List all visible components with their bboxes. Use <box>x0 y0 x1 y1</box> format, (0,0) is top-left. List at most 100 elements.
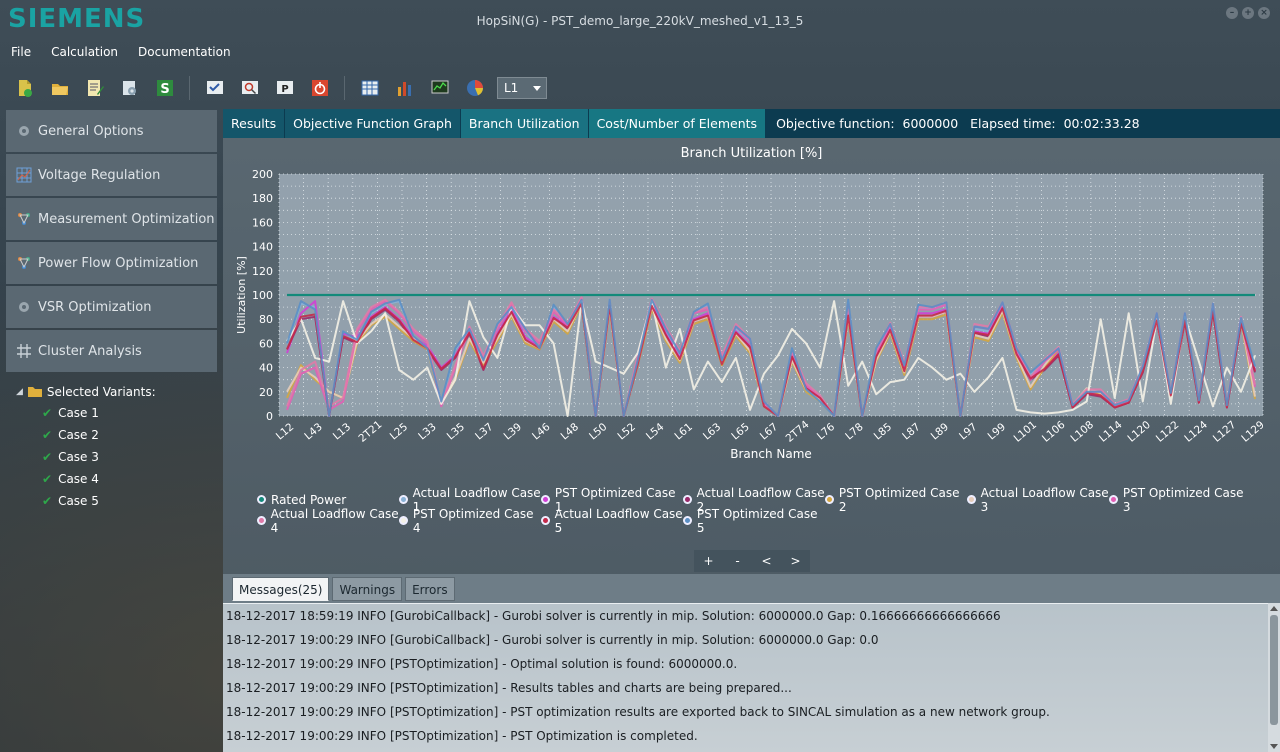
case-label: Case 2 <box>58 428 99 442</box>
sidebar-item-vsr-optimization[interactable]: VSR Optimization <box>6 286 217 328</box>
tab-cost-number-of-elements[interactable]: Cost/Number of Elements <box>588 109 766 138</box>
chevron-down-icon[interactable]: ◢ <box>16 387 23 397</box>
sidebar-item-label: General Options <box>38 123 144 139</box>
case-label: Case 4 <box>58 472 99 486</box>
view-check-icon[interactable] <box>202 76 227 101</box>
edit-document-icon[interactable] <box>82 76 107 101</box>
menu-documentation[interactable]: Documentation <box>135 44 234 60</box>
x-tick-label: L12 <box>274 421 296 443</box>
open-folder-icon[interactable] <box>47 76 72 101</box>
x-tick-label: L85 <box>872 421 894 443</box>
legend-item[interactable]: Actual Loadflow Case 3 <box>967 486 1109 514</box>
tab-messages[interactable]: Messages(25) <box>232 577 330 601</box>
legend-item[interactable]: PST Optimized Case 2 <box>825 486 967 514</box>
sidebar-item-measurement-optimization[interactable]: Measurement Optimization <box>6 198 217 240</box>
log-line: 18-12-2017 19:00:29 INFO [PSTOptimizatio… <box>226 705 1050 719</box>
chart-navigation: + - < > <box>694 550 810 572</box>
svg-text:S: S <box>160 82 169 97</box>
sidebar-item-general-options[interactable]: General Options <box>6 110 217 152</box>
messages-scrollbar[interactable] <box>1268 603 1280 752</box>
legend-item[interactable]: Rated Power <box>257 493 399 507</box>
x-tick-label: L78 <box>843 421 865 443</box>
tree-root-selected-variants[interactable]: ◢ Selected Variants: <box>6 382 217 402</box>
y-tick-label: 100 <box>252 289 273 302</box>
print-p-icon[interactable]: P <box>272 76 297 101</box>
scroll-right-button[interactable]: > <box>781 550 810 572</box>
y-tick-label: 140 <box>252 241 273 254</box>
window-controls: – + × <box>1226 7 1270 19</box>
left-panel: General Options Voltage Regulation Measu… <box>6 110 217 512</box>
tab-objective-function-graph[interactable]: Objective Function Graph <box>285 109 460 138</box>
search-settings-icon[interactable] <box>237 76 262 101</box>
y-tick-label: 200 <box>252 168 273 181</box>
x-tick-label: L106 <box>1040 419 1068 445</box>
legend-marker <box>257 495 266 504</box>
branch-utilization-chart: 0 20 40 60 80 100 120 140 160 180 200 Utilization [… <box>235 168 1267 461</box>
settings-icon[interactable] <box>117 76 142 101</box>
sidebar-item-label: Power Flow Optimization <box>38 255 199 271</box>
legend-item[interactable]: Actual Loadflow Case 4 <box>257 507 399 535</box>
legend-marker <box>257 516 266 525</box>
legend-label: Actual Loadflow Case 5 <box>554 506 683 535</box>
sidebar-item-voltage-regulation[interactable]: Voltage Regulation <box>6 154 217 196</box>
menu-file[interactable]: File <box>8 44 34 60</box>
x-tick-label: L76 <box>815 421 838 443</box>
table-view-icon[interactable] <box>357 76 382 101</box>
legend-label: PST Optimized Case 3 <box>1122 485 1244 514</box>
zoom-out-button[interactable]: - <box>723 550 752 572</box>
scroll-down-icon[interactable] <box>1270 744 1278 749</box>
monitor-graph-icon[interactable] <box>427 76 452 101</box>
sidebar-item-power-flow-optimization[interactable]: Power Flow Optimization <box>6 242 217 284</box>
sidebar-item-label: VSR Optimization <box>38 299 152 315</box>
bar-chart-icon[interactable] <box>392 76 417 101</box>
legend-item[interactable]: Actual Loadflow Case 5 <box>541 507 683 535</box>
menu-calculation[interactable]: Calculation <box>48 44 121 60</box>
sincal-s-icon[interactable]: S <box>152 76 177 101</box>
zoom-in-button[interactable]: + <box>694 550 723 572</box>
x-tick-label: L54 <box>644 421 667 443</box>
scroll-up-icon[interactable] <box>1270 606 1278 611</box>
case-label: Case 3 <box>58 450 99 464</box>
window-title: HopSiN(G) - PST_demo_large_220kV_meshed_… <box>476 14 804 28</box>
legend-marker <box>683 495 692 504</box>
tree-item-case[interactable]: ✔ Case 4 <box>6 468 217 490</box>
tree-item-case[interactable]: ✔ Case 5 <box>6 490 217 512</box>
y-tick-label: 160 <box>252 216 273 229</box>
scrollbar-thumb[interactable] <box>1270 615 1278 725</box>
close-button[interactable]: × <box>1258 7 1270 19</box>
x-tick-label: L124 <box>1182 419 1210 445</box>
maximize-button[interactable]: + <box>1242 7 1254 19</box>
log-line: 18-12-2017 19:00:29 INFO [PSTOptimizatio… <box>226 729 698 743</box>
chart-legend: Rated Power Actual Loadflow Case 1 PST Opt… <box>257 486 1267 535</box>
tab-branch-utilization[interactable]: Branch Utilization <box>460 109 588 138</box>
y-tick-label: 0 <box>266 410 273 423</box>
legend-label: Actual Loadflow Case 3 <box>980 485 1109 514</box>
tree-item-case[interactable]: ✔ Case 2 <box>6 424 217 446</box>
tree-item-case[interactable]: ✔ Case 3 <box>6 446 217 468</box>
legend-item[interactable]: PST Optimized Case 3 <box>1109 486 1251 514</box>
pie-chart-icon[interactable] <box>462 76 487 101</box>
y-tick-label: 60 <box>259 337 273 350</box>
x-tick-label: L52 <box>616 421 638 443</box>
legend-item[interactable]: PST Optimized Case 5 <box>683 507 825 535</box>
tab-results[interactable]: Results <box>223 109 285 138</box>
tab-errors[interactable]: Errors <box>405 577 455 601</box>
sidebar-item-cluster-analysis[interactable]: Cluster Analysis <box>6 330 217 372</box>
x-tick-label: L37 <box>473 421 495 443</box>
new-file-icon[interactable] <box>12 76 37 101</box>
legend-marker <box>399 495 408 504</box>
power-stop-icon[interactable] <box>307 76 332 101</box>
chart-title: Branch Utilization [%] <box>680 146 823 161</box>
legend-marker <box>541 516 550 525</box>
scroll-left-button[interactable]: < <box>752 550 781 572</box>
log-line: 18-12-2017 19:00:29 INFO [PSTOptimizatio… <box>226 681 792 695</box>
y-axis-label: Utilization [%] <box>235 256 248 334</box>
tree-item-case[interactable]: ✔ Case 1 <box>6 402 217 424</box>
level-select[interactable]: L1 <box>497 77 547 99</box>
x-tick-label: L43 <box>302 421 324 443</box>
tab-warnings[interactable]: Warnings <box>332 577 403 601</box>
minimize-button[interactable]: – <box>1226 7 1238 19</box>
title-bar: SIEMENS HopSiN(G) - PST_demo_large_220kV… <box>0 0 1280 42</box>
folder-icon <box>27 384 43 401</box>
legend-item[interactable]: PST Optimized Case 4 <box>399 507 541 535</box>
